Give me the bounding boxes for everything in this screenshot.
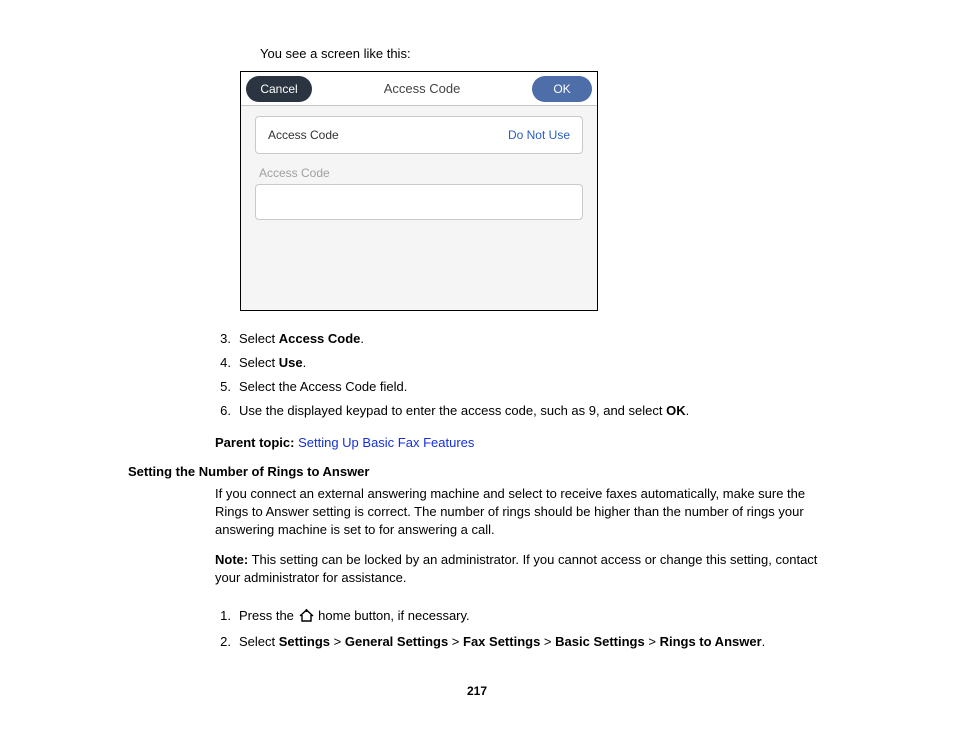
- step-number: 1.: [215, 606, 231, 628]
- step-b2-content: Select Settings > General Settings > Fax…: [239, 632, 765, 652]
- step-text-a: Press the: [239, 608, 298, 623]
- step-b2: 2. Select Settings > General Settings > …: [215, 632, 954, 652]
- page-number: 217: [0, 684, 954, 698]
- step-b1: 1. Press the home button, if necessary.: [215, 606, 954, 628]
- step-number: 2.: [215, 632, 231, 652]
- step-body: Select the Access Code field.: [239, 377, 407, 397]
- step-body: Use the displayed keypad to enter the ac…: [239, 401, 689, 421]
- device-title: Access Code: [312, 81, 532, 96]
- note: Note: This setting can be locked by an a…: [215, 551, 824, 587]
- cancel-button: Cancel: [246, 76, 312, 102]
- step-number: 5.: [215, 377, 231, 397]
- home-icon: [299, 608, 314, 628]
- device-screenshot: Cancel Access Code OK Access Code Do Not…: [240, 71, 598, 311]
- device-body: Access Code Do Not Use Access Code: [241, 106, 597, 220]
- steps-list-b: 1. Press the home button, if necessary. …: [215, 606, 954, 652]
- intro-text: You see a screen like this:: [260, 46, 954, 61]
- step-body: Select Use.: [239, 353, 306, 373]
- step-text-b: home button, if necessary.: [318, 608, 470, 623]
- step-number: 4.: [215, 353, 231, 373]
- steps-list-a: 3. Select Access Code. 4. Select Use. 5. Sele…: [215, 329, 954, 422]
- step-number: 6.: [215, 401, 231, 421]
- note-text: This setting can be locked by an adminis…: [215, 552, 817, 585]
- access-code-input: [255, 184, 583, 220]
- step-body: Select Access Code.: [239, 329, 364, 349]
- device-header: Cancel Access Code OK: [241, 72, 597, 106]
- parent-topic-link[interactable]: Setting Up Basic Fax Features: [298, 435, 474, 450]
- field-value: Do Not Use: [508, 128, 570, 142]
- parent-topic-label: Parent topic:: [215, 435, 298, 450]
- note-label: Note:: [215, 552, 248, 567]
- step-item: 4. Select Use.: [215, 353, 954, 373]
- parent-topic: Parent topic: Setting Up Basic Fax Featu…: [215, 435, 954, 450]
- field-label: Access Code: [268, 128, 339, 142]
- step-item: 5. Select the Access Code field.: [215, 377, 954, 397]
- section-heading: Setting the Number of Rings to Answer: [128, 464, 954, 479]
- step-item: 3. Select Access Code.: [215, 329, 954, 349]
- step-item: 6. Use the displayed keypad to enter the …: [215, 401, 954, 421]
- paragraph-1: If you connect an external answering mac…: [215, 485, 824, 540]
- step-number: 3.: [215, 329, 231, 349]
- field-caption: Access Code: [259, 166, 583, 180]
- ok-button: OK: [532, 76, 592, 102]
- access-code-row: Access Code Do Not Use: [255, 116, 583, 154]
